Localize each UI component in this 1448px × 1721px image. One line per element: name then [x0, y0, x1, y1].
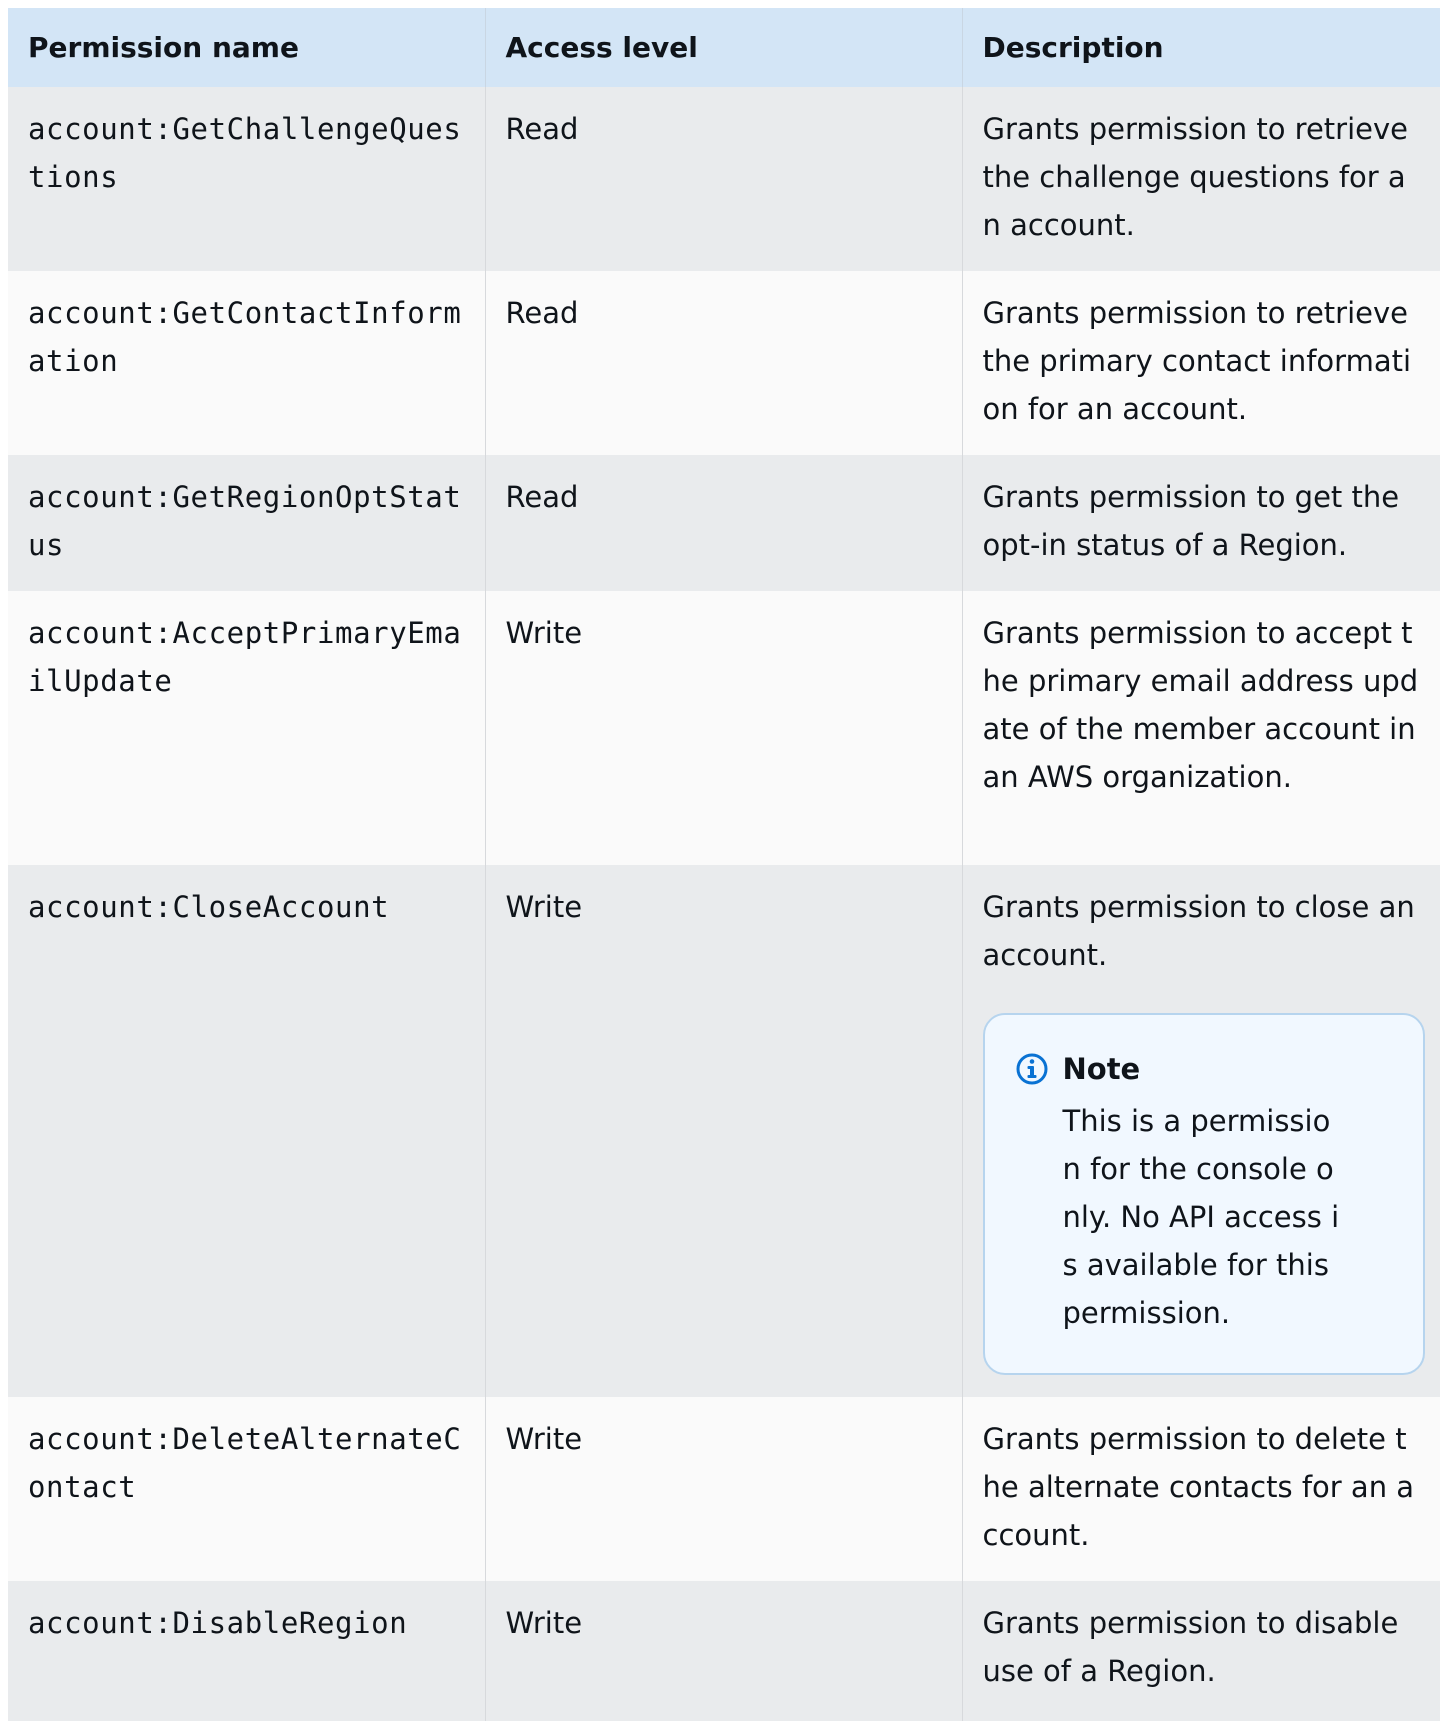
access-level: Write: [485, 591, 963, 865]
description: Grants permission to get the opt-in stat…: [962, 455, 1440, 591]
access-level: Write: [485, 865, 963, 1397]
description: Grants permission to delete the alternat…: [962, 1397, 1440, 1581]
description: Grants permission to disable use of a Re…: [962, 1581, 1440, 1721]
description: Grants permission to retrieve the challe…: [962, 87, 1440, 271]
permission-name: account:DeleteAlternateContact: [8, 1397, 486, 1581]
table-row: account:AcceptPrimaryEmailUpdate Write G…: [8, 591, 1440, 865]
permission-name: account:CloseAccount: [8, 865, 486, 1397]
permissions-table-container: Permission name Access level Description…: [8, 8, 1440, 1721]
permission-name: account:AcceptPrimaryEmailUpdate: [8, 591, 486, 865]
permissions-table: Permission name Access level Description…: [8, 8, 1440, 1721]
header-permission-name: Permission name: [8, 8, 486, 87]
table-row: account:DeleteAlternateContact Write Gra…: [8, 1397, 1440, 1581]
permission-name: account:GetRegionOptStatus: [8, 455, 486, 591]
note-callout: Note This is a permission for the consol…: [982, 1013, 1425, 1375]
description: Grants permission to close an account.: [982, 890, 1415, 972]
access-level: Read: [485, 455, 963, 591]
access-level: Write: [485, 1397, 963, 1581]
permission-name: account:GetChallengeQuestions: [8, 87, 486, 271]
permission-name: account:GetContactInformation: [8, 271, 486, 455]
table-row: account:CloseAccount Write Grants permis…: [8, 865, 1440, 1397]
description: Grants permission to retrieve the primar…: [962, 271, 1440, 455]
table-row: account:GetRegionOptStatus Read Grants p…: [8, 455, 1440, 591]
table-row: account:DisableRegion Write Grants permi…: [8, 1581, 1440, 1721]
access-level: Read: [485, 271, 963, 455]
note-text: This is a permission for the console onl…: [1062, 1104, 1340, 1330]
access-level: Read: [485, 87, 963, 271]
description-cell: Grants permission to close an account. N…: [962, 865, 1440, 1397]
table-row: account:GetContactInformation Read Grant…: [8, 271, 1440, 455]
table-row: account:GetChallengeQuestions Read Grant…: [8, 87, 1440, 271]
access-level: Write: [485, 1581, 963, 1721]
header-description: Description: [962, 8, 1440, 87]
note-header: Note: [1015, 1045, 1399, 1093]
table-header-row: Permission name Access level Description: [8, 8, 1440, 87]
header-access-level: Access level: [485, 8, 963, 87]
permission-name: account:DisableRegion: [8, 1581, 486, 1721]
info-icon: [1015, 1052, 1049, 1086]
note-title: Note: [1062, 1052, 1141, 1086]
description: Grants permission to accept the primary …: [962, 591, 1440, 865]
